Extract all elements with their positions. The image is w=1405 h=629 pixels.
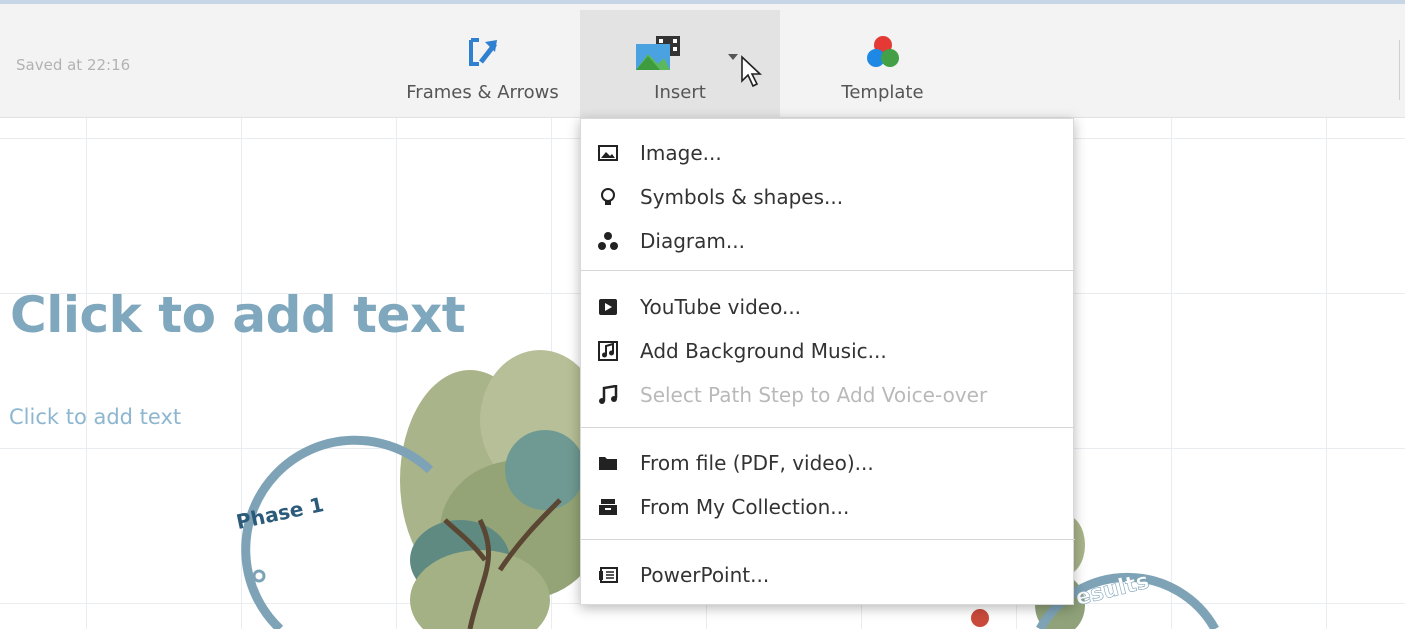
toolbar-right-edge bbox=[1399, 40, 1405, 100]
insert-label: Insert bbox=[654, 82, 706, 103]
menu-item-label: Select Path Step to Add Voice-over bbox=[640, 383, 988, 407]
folder-icon bbox=[599, 457, 617, 470]
menu-separator bbox=[581, 427, 1075, 428]
image-icon bbox=[598, 145, 618, 161]
music-file-icon bbox=[598, 341, 618, 361]
menu-separator bbox=[581, 539, 1075, 540]
frames-arrows-icon bbox=[468, 38, 497, 66]
insert-media-icon bbox=[636, 36, 680, 70]
top-toolbar: Saved at 22:16 Frames & Arrows Insert Te… bbox=[0, 4, 1405, 118]
menu-item-diagram[interactable]: Diagram... bbox=[581, 221, 1075, 261]
template-icon bbox=[866, 36, 899, 67]
menu-item-voice-over: Select Path Step to Add Voice-over bbox=[581, 375, 1075, 415]
menu-item-label: Diagram... bbox=[640, 229, 745, 253]
menu-item-label: From file (PDF, video)... bbox=[640, 451, 874, 475]
music-note-icon bbox=[599, 385, 618, 404]
insert-button[interactable]: Insert bbox=[580, 10, 780, 118]
menu-item-image[interactable]: Image... bbox=[581, 133, 1075, 173]
menu-item-symbols-shapes[interactable]: Symbols & shapes... bbox=[581, 177, 1075, 217]
collection-icon bbox=[599, 499, 617, 515]
diagram-icon bbox=[598, 232, 618, 250]
menu-item-label: From My Collection... bbox=[640, 495, 850, 519]
body-placeholder[interactable]: Click to add text bbox=[9, 405, 181, 429]
insert-caret-icon bbox=[728, 54, 738, 60]
frames-arrows-label: Frames & Arrows bbox=[406, 82, 559, 103]
youtube-icon bbox=[599, 299, 617, 315]
menu-item-powerpoint[interactable]: PowerPoint... bbox=[581, 555, 1075, 595]
menu-item-label: YouTube video... bbox=[640, 295, 802, 319]
menu-item-from-file[interactable]: From file (PDF, video)... bbox=[581, 443, 1075, 483]
template-label: Template bbox=[841, 82, 924, 103]
powerpoint-icon bbox=[599, 567, 618, 583]
menu-item-label: Symbols & shapes... bbox=[640, 185, 844, 209]
template-button[interactable]: Template bbox=[800, 10, 965, 118]
menu-item-label: Image... bbox=[640, 141, 722, 165]
menu-item-background-music[interactable]: Add Background Music... bbox=[581, 331, 1075, 371]
phase-label[interactable]: Phase 1 bbox=[234, 492, 326, 534]
frames-arrows-button[interactable]: Frames & Arrows bbox=[390, 10, 575, 118]
menu-item-label: Add Background Music... bbox=[640, 339, 887, 363]
menu-separator bbox=[581, 270, 1075, 271]
lightbulb-icon bbox=[601, 188, 615, 205]
menu-item-youtube-video[interactable]: YouTube video... bbox=[581, 287, 1075, 327]
menu-item-label: PowerPoint... bbox=[640, 563, 770, 587]
saved-status: Saved at 22:16 bbox=[16, 56, 131, 74]
title-placeholder[interactable]: Click to add text bbox=[10, 286, 466, 344]
menu-item-from-collection[interactable]: From My Collection... bbox=[581, 487, 1075, 527]
insert-dropdown-menu: Image... Symbols & shapes... Diagram... … bbox=[580, 118, 1075, 605]
